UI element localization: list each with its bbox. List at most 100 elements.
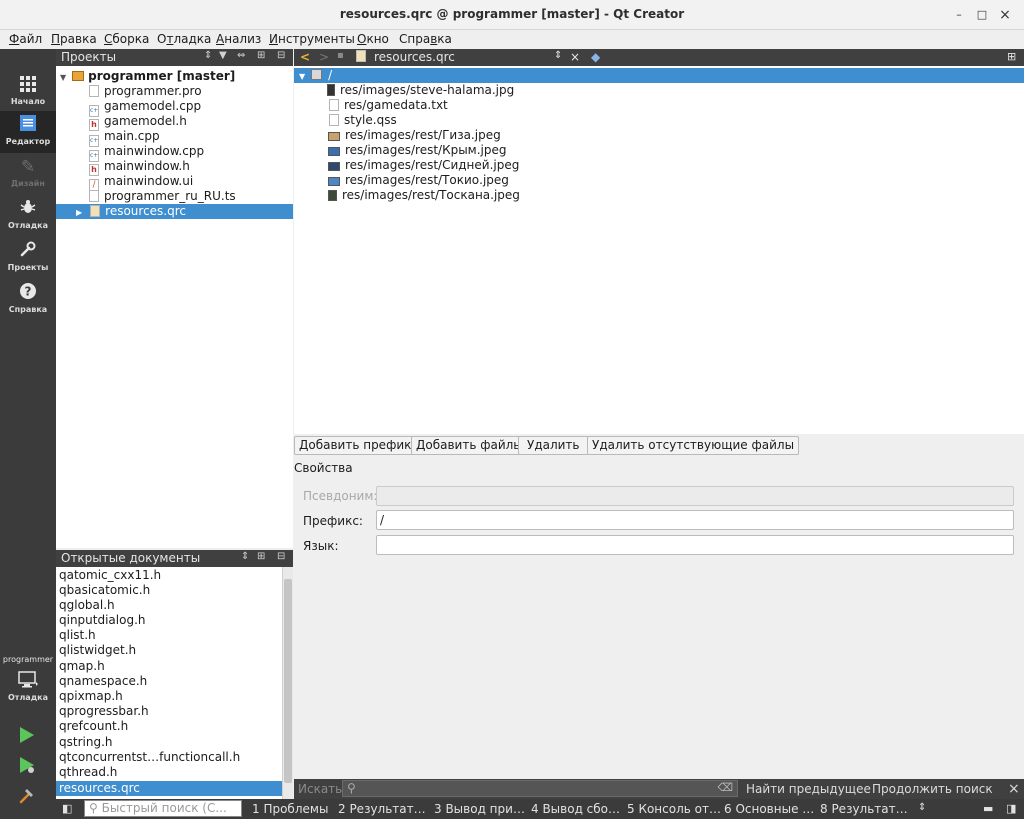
language-field[interactable] (376, 535, 1014, 555)
list-item[interactable]: qstring.h (59, 735, 281, 750)
list-item[interactable]: qtconcurrentst…functioncall.h (59, 750, 281, 765)
menu-debug[interactable]: Отладка (157, 32, 211, 46)
close-find-icon[interactable]: × (1008, 781, 1020, 797)
tree-item[interactable]: / mainwindow.ui (89, 174, 293, 191)
menu-build[interactable]: Сборка (104, 32, 149, 46)
prefix-row[interactable]: ▼ / (294, 68, 1024, 83)
toggle-right-pane-icon[interactable]: ◨ (1006, 802, 1016, 815)
menu-tools[interactable]: Инструменты (269, 32, 355, 46)
tree-item[interactable]: c+ mainwindow.cpp (89, 144, 293, 162)
find-input[interactable]: ⚲ ⌫ (342, 780, 738, 797)
filter-icon[interactable]: ▼ (219, 50, 227, 61)
continue-search-button[interactable]: Продолжить поиск (872, 782, 993, 796)
mode-projects[interactable]: Проекты (0, 237, 56, 279)
resource-item[interactable]: res/images/rest/Гиза.jpeg (328, 128, 928, 143)
output-tab-general-messages[interactable]: 6 Основные … (724, 802, 814, 816)
open-documents-scrollbar[interactable] (282, 567, 293, 799)
quick-search-input[interactable]: ⚲ Быстрый поиск (С... (84, 800, 242, 817)
tree-item-selected[interactable]: ▶ resources.qrc (56, 204, 293, 219)
list-item[interactable]: qprogressbar.h (59, 704, 281, 719)
tree-item[interactable]: c+ main.cpp (89, 129, 293, 147)
output-tab-issues[interactable]: 1 Проблемы (252, 802, 328, 816)
close-document-icon[interactable]: × (570, 50, 580, 64)
alias-field[interactable] (376, 486, 1014, 506)
tree-item[interactable]: h gamemodel.h (89, 114, 293, 131)
progress-details-icon[interactable]: ▬ (983, 802, 993, 815)
remove-missing-files-button[interactable]: Удалить отсутствующие файлы (587, 436, 800, 455)
close-window-button[interactable]: × (996, 6, 1014, 24)
expanded-arrow-icon: ▼ (299, 72, 306, 81)
maximize-button[interactable]: □ (973, 6, 991, 24)
mode-help[interactable]: ? Справка (0, 279, 56, 321)
link-icon[interactable]: ⇔ (237, 50, 245, 61)
run-icon (18, 727, 36, 747)
list-item[interactable]: qlist.h (59, 628, 281, 643)
view-select-arrows-icon[interactable]: ⇕ (204, 50, 212, 61)
split-icon[interactable]: ⊞ (257, 551, 265, 562)
mode-editor[interactable]: Редактор (0, 111, 56, 153)
resource-item[interactable]: res/images/rest/Сидней.jpeg (328, 158, 928, 173)
mode-debug[interactable]: Отладка (0, 195, 56, 237)
list-item[interactable]: qpixmap.h (59, 689, 281, 704)
output-tab-debugger-console[interactable]: 5 Консоль от… (627, 802, 721, 816)
list-item[interactable]: qinputdialog.h (59, 613, 281, 628)
menu-analyze[interactable]: Анализ (216, 32, 261, 46)
resource-item[interactable]: res/images/rest/Крым.jpeg (328, 143, 928, 158)
file-select-arrows-icon[interactable]: ⇕ (554, 50, 562, 61)
list-item[interactable]: qthread.h (59, 765, 281, 780)
minimize-button[interactable]: – (950, 6, 968, 24)
find-previous-button[interactable]: Найти предыдущее (746, 782, 871, 796)
prefix-field[interactable]: / (376, 510, 1014, 530)
text-file-icon (329, 114, 339, 126)
view-select-arrows-icon[interactable]: ⇕ (241, 551, 249, 562)
run-button[interactable] (18, 726, 36, 747)
output-tab-test-results[interactable]: 8 Результат… (820, 802, 908, 816)
build-button[interactable] (18, 786, 36, 807)
resource-item[interactable]: res/gamedata.txt (329, 98, 929, 113)
resource-item[interactable]: style.qss (329, 113, 929, 128)
split-editor-icon[interactable]: ⊞ (1007, 50, 1016, 63)
list-item[interactable]: qglobal.h (59, 598, 281, 613)
output-tab-search-results[interactable]: 2 Результат… (338, 802, 426, 816)
kit-selector[interactable]: Отладка (0, 667, 56, 709)
resource-item[interactable]: res/images/steve-halama.jpg (327, 83, 927, 98)
close-pane-icon[interactable]: ⊟ (277, 551, 285, 562)
clear-field-icon[interactable]: ⌫ (717, 781, 733, 794)
tree-item[interactable]: programmer_ru_RU.ts (89, 189, 293, 204)
list-item-selected[interactable]: resources.qrc (56, 781, 282, 796)
menu-help[interactable]: Справка (399, 32, 452, 46)
list-item[interactable]: qlistwidget.h (59, 643, 281, 658)
more-tabs-arrows-icon[interactable]: ⇕ (918, 802, 926, 813)
list-item[interactable]: qbasicatomic.h (59, 583, 281, 598)
menu-edit[interactable]: Правка (51, 32, 97, 46)
output-tab-app-output[interactable]: 3 Вывод при… (434, 802, 525, 816)
tree-item[interactable]: h mainwindow.h (89, 159, 293, 176)
remove-button[interactable]: Удалить (518, 436, 589, 455)
list-item[interactable]: qmap.h (59, 659, 281, 674)
debug-run-button[interactable] (18, 756, 36, 777)
resource-item[interactable]: res/images/rest/Тоскана.jpeg (328, 188, 928, 203)
outline-icon[interactable]: ◆ (591, 50, 600, 64)
list-item[interactable]: qnamespace.h (59, 674, 281, 689)
forward-arrow-icon[interactable]: > (319, 50, 329, 64)
tree-item[interactable]: c+ gamemodel.cpp (89, 99, 293, 117)
editor-file-name[interactable]: resources.qrc (374, 50, 455, 64)
menu-window[interactable]: Окно (357, 32, 389, 46)
list-item[interactable]: qrefcount.h (59, 719, 281, 734)
menu-file[interactable]: Файл (9, 32, 42, 46)
tree-item[interactable]: programmer.pro (89, 84, 293, 99)
add-prefix-button[interactable]: Добавить префикс (294, 436, 423, 455)
expanded-arrow-icon: ▼ (60, 73, 67, 82)
output-tab-compile-output[interactable]: 4 Вывод сбо… (531, 802, 620, 816)
project-root[interactable]: ▼ programmer [master] (60, 69, 293, 84)
split-icon[interactable]: ⊞ (257, 50, 265, 61)
scrollbar-thumb[interactable] (284, 579, 292, 783)
back-arrow-icon[interactable]: < (300, 50, 310, 64)
resource-item[interactable]: res/images/rest/Токио.jpeg (328, 173, 928, 188)
list-item[interactable]: qatomic_cxx11.h (59, 568, 281, 583)
mode-start[interactable]: Начало (0, 71, 56, 113)
mode-design[interactable]: ✎ Дизайн (0, 153, 56, 195)
add-files-button[interactable]: Добавить файлы (411, 436, 528, 455)
toggle-sidebar-icon[interactable]: ◧ (62, 802, 72, 815)
close-pane-icon[interactable]: ⊟ (277, 50, 285, 61)
